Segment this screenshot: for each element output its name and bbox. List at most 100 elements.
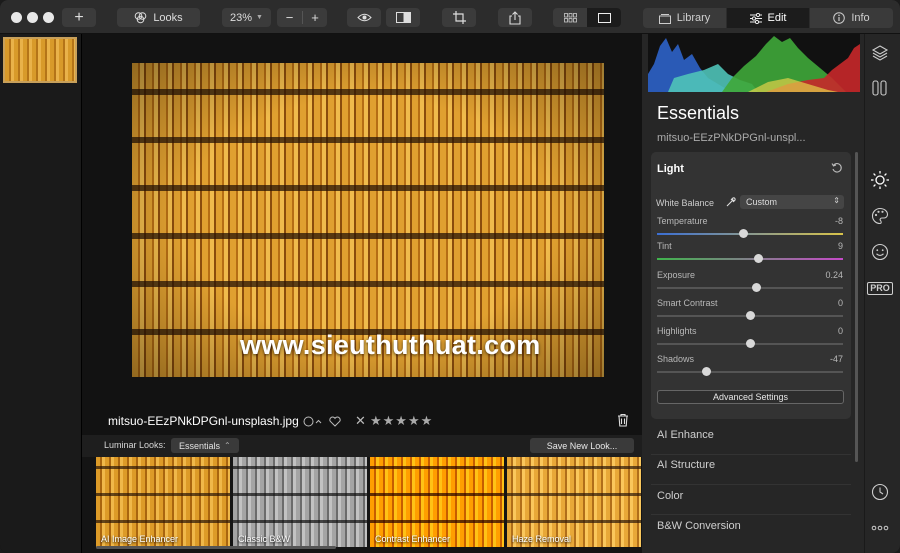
slider-track[interactable] [657, 367, 843, 376]
chevron-down-icon: ▼ [256, 14, 263, 21]
slider-value[interactable]: -47 [830, 354, 843, 364]
more-button[interactable] [870, 518, 890, 538]
look-thumbnail[interactable]: Contrast Enhancer [370, 457, 504, 547]
white-balance-value: Custom [746, 197, 778, 207]
tab-label: Info [851, 12, 870, 24]
slider-value[interactable]: 9 [838, 241, 843, 251]
slider-value[interactable]: -8 [835, 216, 843, 226]
image-info-row: mitsuo-EEzPNkDPGnl-unsplash.jpg ✕ ★★★★★ [82, 406, 642, 434]
looks-button[interactable]: Looks [117, 8, 200, 27]
slider-label: Temperature [657, 216, 708, 226]
slider-track[interactable] [657, 254, 843, 263]
slider-track[interactable] [657, 283, 843, 292]
minimize-window-button[interactable] [27, 12, 38, 23]
tab-info[interactable]: Info [810, 8, 893, 28]
eyedropper-icon[interactable] [725, 196, 737, 208]
section-color[interactable]: Color [657, 490, 683, 502]
looks-icon [135, 12, 147, 24]
clock-icon [871, 483, 889, 501]
reject-icon[interactable]: ✕ [355, 413, 366, 429]
heart-icon[interactable] [329, 416, 341, 427]
sun-icon [871, 171, 889, 189]
slider-value[interactable]: 0.24 [825, 270, 843, 280]
file-name: mitsuo-EEzPNkDPGnl-unsplash.jpg [108, 414, 299, 428]
zoom-out-button[interactable]: − [277, 8, 302, 27]
compare-button[interactable] [386, 8, 420, 27]
tab-label: Library [676, 12, 711, 24]
star-rating[interactable]: ★★★★★ [370, 413, 433, 429]
slider-label: Highlights [657, 326, 697, 336]
add-images-button[interactable]: + [62, 8, 96, 27]
section-bw-conversion[interactable]: B&W Conversion [657, 520, 741, 532]
layers-icon [871, 45, 889, 61]
section-ai-enhance[interactable]: AI Enhance [657, 429, 714, 441]
zoom-dropdown[interactable]: 23% ▼ [222, 8, 271, 27]
look-thumbnail[interactable]: Classic B&W [233, 457, 367, 547]
pro-button[interactable]: PRO [867, 278, 893, 298]
looks-bar-label: Luminar Looks: [104, 440, 166, 450]
slider-handle[interactable] [746, 339, 755, 348]
zoom-in-button[interactable]: + [303, 8, 327, 27]
look-name: Classic B&W [238, 534, 291, 544]
trash-icon[interactable] [616, 413, 630, 427]
light-tool-card: Light White Balance Custom ⇕ Temperature… [651, 152, 851, 419]
close-window-button[interactable] [11, 12, 22, 23]
grid-icon [563, 12, 577, 22]
white-balance-select[interactable]: Custom ⇕ [740, 195, 844, 209]
canvas-icon [872, 80, 887, 96]
zoom-value: 23% [230, 11, 253, 24]
advanced-settings-button[interactable]: Advanced Settings [657, 390, 844, 404]
tab-library[interactable]: Library [643, 8, 726, 28]
looks-scrollbar[interactable] [96, 546, 336, 549]
slider-label: Smart Contrast [657, 298, 718, 308]
look-name: Haze Removal [512, 534, 572, 544]
slider-track[interactable] [657, 339, 843, 348]
slider-handle[interactable] [746, 311, 755, 320]
looks-category-select[interactable]: Essentials ⌃ [171, 438, 239, 453]
view-mode-toggle [553, 8, 621, 27]
history-button[interactable] [870, 482, 890, 502]
slider-handle[interactable] [754, 254, 764, 263]
section-ai-structure[interactable]: AI Structure [657, 459, 715, 471]
single-view-button[interactable] [587, 8, 621, 27]
tool-category-rail: PRO [864, 34, 900, 553]
filmstrip-thumbnail[interactable] [3, 37, 77, 83]
tab-edit[interactable]: Edit [727, 8, 809, 28]
slider-value[interactable]: 0 [838, 326, 843, 336]
reset-icon[interactable] [831, 162, 843, 174]
portrait-button[interactable] [870, 242, 890, 262]
creative-button[interactable] [870, 206, 890, 226]
look-thumbnail[interactable]: AI Image Enhancer [96, 457, 230, 547]
share-button[interactable] [498, 8, 532, 27]
essentials-button[interactable] [870, 170, 890, 190]
slider-track[interactable] [657, 229, 843, 238]
split-view-icon [395, 12, 411, 23]
slider-value[interactable]: 0 [838, 298, 843, 308]
look-name: Contrast Enhancer [375, 534, 451, 544]
filmstrip [0, 34, 82, 553]
slider-handle[interactable] [751, 283, 761, 292]
chevron-up-icon: ⌃ [224, 441, 231, 450]
light-title[interactable]: Light [657, 163, 684, 175]
crop-button[interactable] [442, 8, 476, 27]
canvas-tools-button[interactable] [870, 78, 890, 98]
zoom-window-button[interactable] [43, 12, 54, 23]
panel-scrollbar[interactable] [855, 152, 858, 462]
layers-button[interactable] [870, 43, 890, 63]
slider-track[interactable] [657, 311, 843, 320]
save-new-look-button[interactable]: Save New Look... [530, 438, 634, 453]
slider-handle[interactable] [702, 367, 712, 376]
panel-title: Essentials [657, 103, 740, 123]
preview-toggle-button[interactable] [347, 8, 381, 27]
edit-panel: Essentials mitsuo-EEzPNkDPGnl-unspl... L… [642, 34, 864, 553]
slider-handle[interactable] [738, 229, 748, 238]
zoom-stepper: − + [277, 8, 327, 27]
color-label-icon[interactable] [303, 416, 323, 427]
select-arrows-icon: ⇕ [833, 196, 840, 205]
more-dots-icon [871, 525, 889, 531]
look-thumbnail[interactable]: Haze Removal [507, 457, 641, 547]
slider-label: Exposure [657, 270, 696, 280]
app-window: + Looks 23% ▼ − + Library Edit Info www.… [0, 0, 900, 553]
grid-view-button[interactable] [553, 8, 587, 27]
pro-badge: PRO [867, 281, 893, 295]
